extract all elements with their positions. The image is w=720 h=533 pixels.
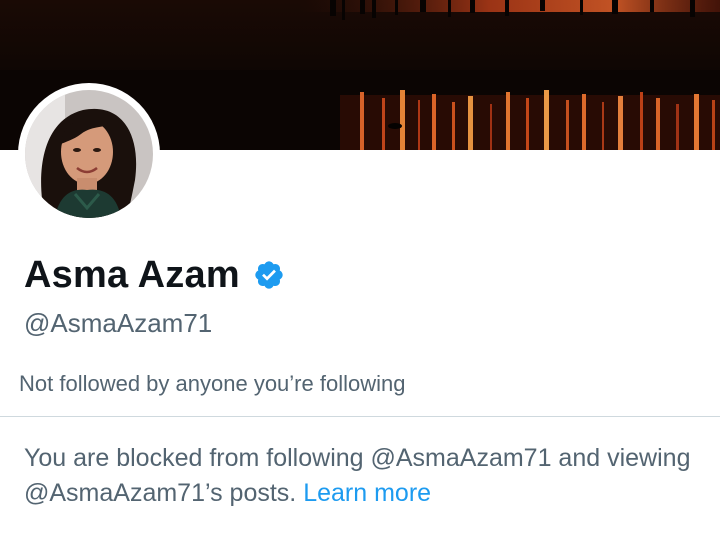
profile-handle: @AsmaAzam71 bbox=[24, 308, 213, 338]
avatar[interactable] bbox=[18, 83, 160, 225]
section-divider bbox=[0, 416, 720, 417]
blocked-notice: You are blocked from following @AsmaAzam… bbox=[24, 441, 704, 511]
profile-page: Asma Azam @AsmaAzam71 Not followed by an… bbox=[0, 0, 720, 533]
learn-more-link[interactable]: Learn more bbox=[303, 479, 431, 507]
verified-checkmark-icon[interactable] bbox=[253, 259, 285, 291]
followers-you-know-note[interactable]: Not followed by anyone you’re following bbox=[19, 371, 405, 397]
display-name-row: Asma Azam bbox=[24, 252, 285, 298]
display-name: Asma Azam bbox=[24, 253, 240, 296]
avatar-image[interactable] bbox=[25, 90, 153, 218]
